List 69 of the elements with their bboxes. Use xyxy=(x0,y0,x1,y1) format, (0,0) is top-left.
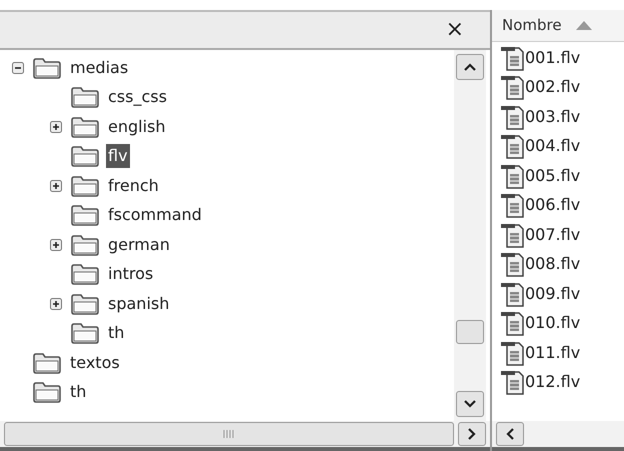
folder-item[interactable]: th xyxy=(68,380,88,404)
video-file-icon xyxy=(500,280,524,307)
file-item[interactable]: 005.flv xyxy=(525,164,580,188)
file-item[interactable]: 003.flv xyxy=(525,104,580,129)
vertical-scrollbar[interactable] xyxy=(454,50,486,421)
folder-item[interactable]: textos xyxy=(68,350,122,375)
column-title: Nombre xyxy=(502,15,562,36)
grip-icon xyxy=(223,430,235,438)
file-item[interactable]: 007.flv xyxy=(525,222,580,247)
file-item[interactable]: 008.flv xyxy=(525,252,580,276)
folder-icon xyxy=(70,116,100,138)
column-header[interactable]: Nombre xyxy=(492,10,624,42)
video-file-icon xyxy=(500,251,524,278)
folder-icon xyxy=(70,234,100,256)
folder-icon xyxy=(70,204,100,226)
scroll-up-button[interactable] xyxy=(456,54,484,80)
scroll-right-button[interactable] xyxy=(458,422,486,446)
caret-right-icon xyxy=(468,428,476,440)
close-button[interactable]: × xyxy=(446,19,464,41)
file-item[interactable]: 001.flv xyxy=(525,46,580,70)
folder-icon xyxy=(70,86,100,108)
file-item[interactable]: 011.flv xyxy=(525,340,580,365)
expand-icon[interactable] xyxy=(50,298,62,310)
folder-icon xyxy=(32,352,62,374)
folder-icon xyxy=(32,381,62,404)
folder-item[interactable]: intros xyxy=(106,262,156,286)
horizontal-scroll-thumb[interactable] xyxy=(4,422,454,446)
video-file-icon xyxy=(500,162,524,189)
file-item[interactable]: 012.flv xyxy=(525,370,580,394)
caret-left-icon xyxy=(506,428,514,440)
caret-up-icon xyxy=(464,63,476,71)
folder-item[interactable]: flv xyxy=(106,144,130,168)
collapse-icon[interactable] xyxy=(12,62,24,74)
scroll-down-button[interactable] xyxy=(456,391,484,417)
folder-icon xyxy=(32,56,62,79)
folder-icon xyxy=(70,174,100,197)
file-item[interactable]: 002.flv xyxy=(525,75,580,100)
video-file-icon xyxy=(500,44,524,71)
folder-icon xyxy=(70,145,100,168)
video-file-icon xyxy=(500,192,524,218)
file-item[interactable]: 010.flv xyxy=(525,311,580,336)
folder-item[interactable]: fscommand xyxy=(106,203,204,228)
expand-icon[interactable] xyxy=(50,238,62,251)
folder-item[interactable]: th xyxy=(106,321,126,346)
video-file-icon xyxy=(500,340,524,366)
expand-icon[interactable] xyxy=(50,180,62,192)
file-item[interactable]: 009.flv xyxy=(525,282,580,306)
folder-item[interactable]: english xyxy=(106,114,168,139)
video-file-icon xyxy=(500,74,524,100)
scroll-thumb[interactable] xyxy=(456,320,484,344)
video-file-icon xyxy=(500,133,524,160)
caret-down-icon xyxy=(464,400,476,408)
video-file-icon xyxy=(500,369,524,396)
folder-item[interactable]: spanish xyxy=(106,292,172,316)
file-item[interactable]: 006.flv xyxy=(525,193,580,218)
video-file-icon xyxy=(500,222,524,248)
folder-icon xyxy=(70,263,100,286)
folder-icon xyxy=(70,322,100,344)
file-item[interactable]: 004.flv xyxy=(525,134,580,158)
folder-item[interactable]: css_css xyxy=(106,85,169,110)
expand-icon[interactable] xyxy=(50,120,62,133)
folder-item[interactable]: french xyxy=(106,174,161,198)
folder-icon xyxy=(70,292,100,315)
folder-item[interactable]: medias xyxy=(68,56,130,80)
video-file-icon xyxy=(500,310,524,336)
sort-ascending-icon xyxy=(576,21,592,30)
video-file-icon xyxy=(500,104,524,130)
scroll-left-button[interactable] xyxy=(496,422,524,446)
folder-item[interactable]: german xyxy=(106,232,172,257)
